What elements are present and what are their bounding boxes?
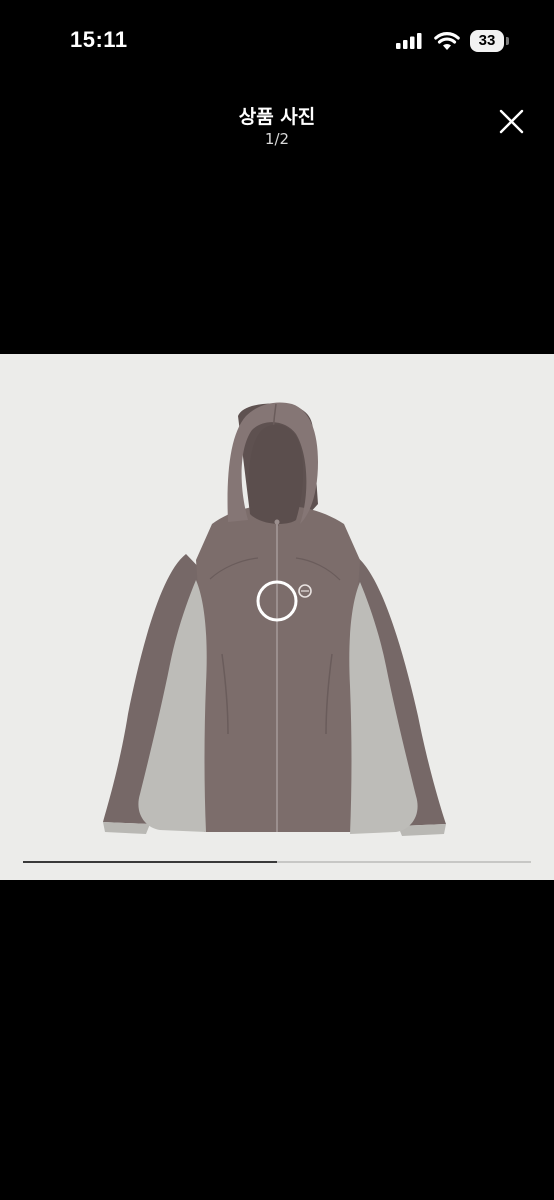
carousel-track [23, 861, 531, 863]
close-button[interactable] [491, 102, 531, 142]
photo-viewer-screen: 15:11 33 상품 사진 1/2 [0, 0, 554, 1200]
wifi-icon [434, 32, 460, 50]
close-icon[interactable] [491, 102, 531, 142]
product-photo[interactable] [0, 354, 554, 880]
photo-counter: 1/2 [264, 130, 290, 148]
status-time: 15:11 [70, 27, 128, 52]
status-bar: 15:11 33 [0, 0, 554, 84]
product-photo-area[interactable] [0, 354, 554, 880]
signal-icon [396, 33, 422, 49]
viewer-header: 상품 사진 1/2 [0, 90, 554, 160]
carousel-progress [23, 861, 277, 863]
battery-tip [506, 37, 509, 45]
battery-level: 33 [478, 32, 496, 49]
page-title: 상품 사진 [238, 106, 316, 128]
